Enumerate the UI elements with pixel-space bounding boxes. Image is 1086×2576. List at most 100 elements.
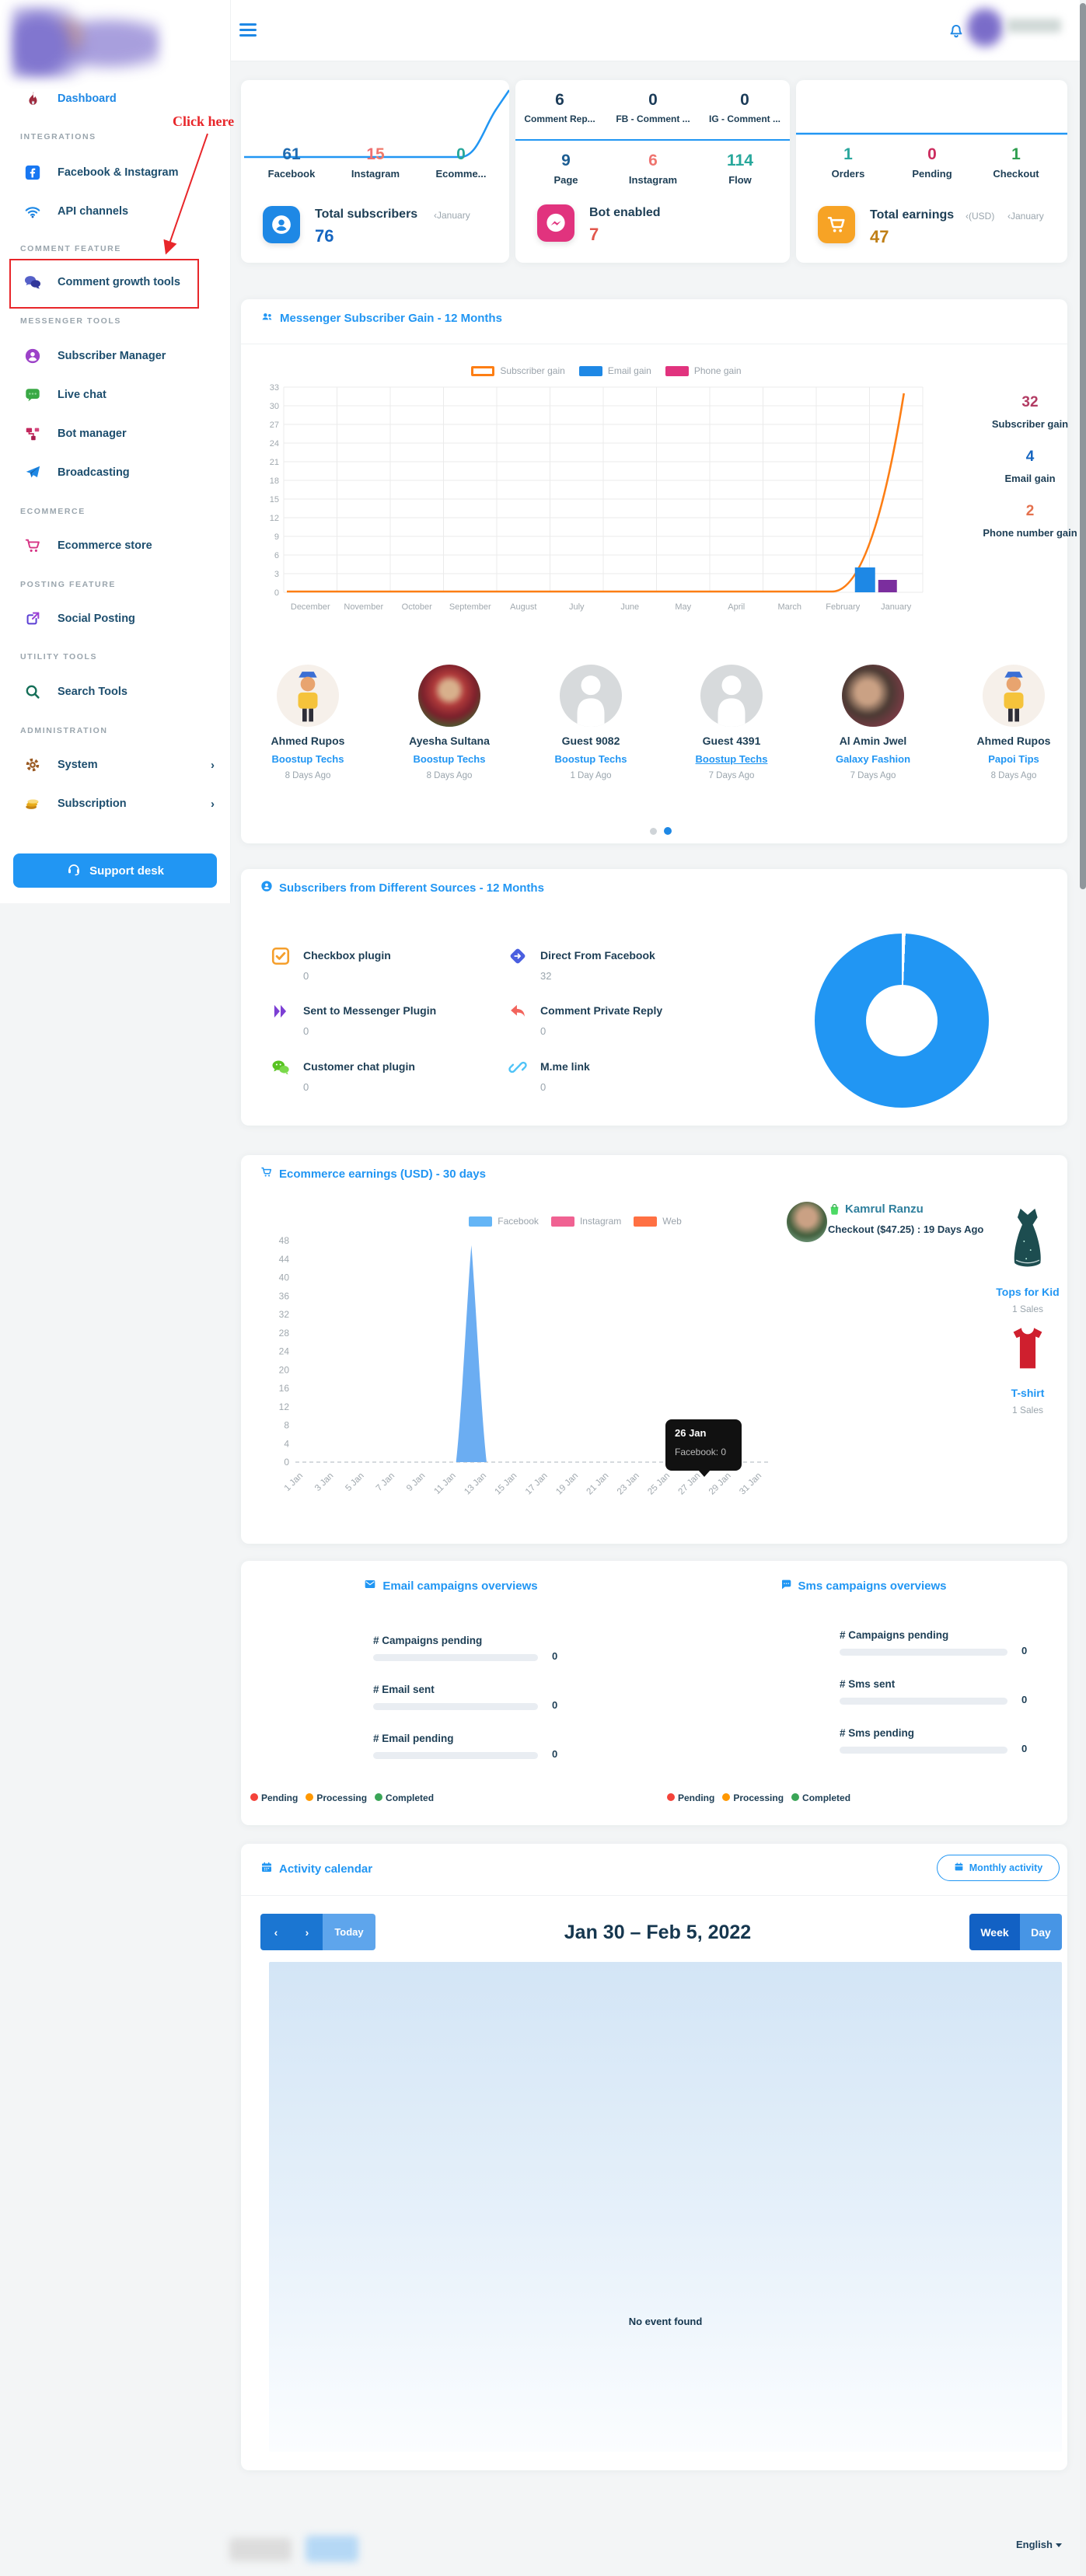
svg-text:16: 16 bbox=[279, 1383, 290, 1394]
ecommerce-earnings-card: Ecommerce earnings (USD) - 30 days Faceb… bbox=[241, 1155, 1067, 1544]
facebook-icon bbox=[23, 163, 42, 182]
email-campaign-legend: Pending Processing Completed bbox=[250, 1792, 434, 1803]
customer-name[interactable]: Kamrul Ranzu bbox=[845, 1202, 924, 1216]
sidebar-item-broadcasting[interactable]: Broadcasting bbox=[0, 457, 230, 488]
svg-text:31 Jan: 31 Jan bbox=[738, 1471, 763, 1497]
earnings-card: 1Orders 0Pending 1Checkout Total earning… bbox=[796, 80, 1067, 263]
calendar-next-button[interactable]: › bbox=[292, 1914, 323, 1950]
support-desk-button[interactable]: Support desk bbox=[13, 853, 217, 888]
calendar-week-button[interactable]: Week bbox=[969, 1914, 1020, 1950]
subscriber-gain-chart[interactable]: 03691215182124273033DecemberNovemberOcto… bbox=[253, 381, 937, 616]
card-value: 7 bbox=[589, 225, 599, 245]
footer-blurred-button-primary[interactable] bbox=[306, 2536, 358, 2562]
hamburger-menu-button[interactable] bbox=[239, 23, 257, 40]
language-selector[interactable]: English bbox=[1016, 2539, 1062, 2550]
sources-donut-chart[interactable] bbox=[815, 934, 989, 1108]
currency-tag: ‹(USD) bbox=[966, 211, 994, 222]
calendar-grid[interactable]: No event found bbox=[269, 1962, 1062, 2452]
sidebar-item-subscriber-manager[interactable]: Subscriber Manager bbox=[0, 340, 230, 372]
product-name-link[interactable]: T-shirt bbox=[966, 1387, 1086, 1399]
period-tag: ‹January bbox=[1007, 211, 1044, 222]
activity-calendar-card: Activity calendar Monthly activity ‹ › T… bbox=[241, 1844, 1067, 2470]
sidebar-section-comment-feature: COMMENT FEATURE bbox=[20, 244, 121, 253]
card-title: Total subscribers bbox=[315, 208, 417, 222]
headset-icon bbox=[66, 861, 82, 880]
svg-text:28: 28 bbox=[279, 1328, 290, 1339]
svg-text:0: 0 bbox=[284, 1457, 289, 1468]
legend-swatch-web bbox=[634, 1216, 657, 1227]
support-desk-label: Support desk bbox=[89, 864, 164, 878]
sidebar-item-label: System bbox=[58, 759, 98, 771]
paper-plane-icon bbox=[23, 463, 42, 482]
summary-label: Subscriber gain bbox=[964, 418, 1086, 430]
svg-text:27: 27 bbox=[270, 421, 279, 430]
subscriber-page-link[interactable]: Boostup Techs bbox=[529, 753, 653, 765]
progress-bar bbox=[840, 1649, 1007, 1656]
sidebar-item-social-posting[interactable]: Social Posting bbox=[0, 603, 230, 634]
calendar-today-button[interactable]: Today bbox=[323, 1914, 375, 1950]
subscriber-page-link[interactable]: Papoi Tips bbox=[952, 753, 1076, 765]
calendar-day-button[interactable]: Day bbox=[1020, 1914, 1062, 1950]
subscriber-avatar-placeholder bbox=[560, 665, 622, 727]
subscriber-avatar-photo bbox=[418, 665, 480, 727]
svg-text:September: September bbox=[449, 602, 491, 612]
sidebar-section-administration: ADMINISTRATION bbox=[20, 726, 108, 735]
footer-blurred-button[interactable] bbox=[229, 2538, 292, 2561]
stat-value: 0 bbox=[418, 145, 504, 164]
section-title: Subscribers from Different Sources - 12 … bbox=[260, 880, 544, 895]
svg-text:13 Jan: 13 Jan bbox=[463, 1471, 488, 1497]
sidebar-section-posting-feature: POSTING FEATURE bbox=[20, 580, 116, 589]
summary-value: 2 bbox=[964, 503, 1086, 520]
svg-text:40: 40 bbox=[279, 1272, 290, 1283]
card-title: Bot enabled bbox=[589, 206, 661, 220]
sidebar-item-live-chat[interactable]: Live chat bbox=[0, 379, 230, 410]
scrollbar-track[interactable] bbox=[1080, 0, 1086, 2576]
svg-text:March: March bbox=[777, 602, 801, 612]
monthly-activity-button[interactable]: Monthly activity bbox=[937, 1855, 1060, 1881]
subscriber-page-link[interactable]: Boostup Techs bbox=[246, 753, 370, 765]
carousel-dot-1[interactable] bbox=[650, 828, 657, 835]
stat-value: 15 bbox=[333, 145, 418, 164]
carousel-dot-2-active[interactable] bbox=[664, 827, 672, 835]
stat-value: 114 bbox=[697, 152, 783, 170]
topbar bbox=[230, 0, 1080, 61]
progress-bar bbox=[373, 1752, 538, 1759]
diamond-arrow-icon bbox=[508, 946, 528, 966]
svg-text:20: 20 bbox=[279, 1364, 290, 1375]
sidebar-item-bot-manager[interactable]: Bot manager bbox=[0, 418, 230, 449]
svg-text:9: 9 bbox=[274, 532, 279, 542]
product-image-tshirt[interactable] bbox=[1009, 1323, 1046, 1377]
link-icon bbox=[508, 1057, 528, 1077]
subscriber-page-link[interactable]: Galaxy Fashion bbox=[811, 753, 935, 765]
sidebar-item-ecommerce-store[interactable]: Ecommerce store bbox=[0, 530, 230, 561]
progress-bar bbox=[373, 1654, 538, 1661]
svg-text:32: 32 bbox=[279, 1309, 290, 1320]
card-value: 47 bbox=[870, 227, 889, 247]
svg-text:17 Jan: 17 Jan bbox=[524, 1471, 550, 1497]
svg-text:24: 24 bbox=[279, 1346, 290, 1357]
product-image-dress[interactable] bbox=[1006, 1206, 1049, 1279]
product-name-link[interactable]: Tops for Kid bbox=[966, 1286, 1086, 1298]
sidebar-item-search-tools[interactable]: Search Tools bbox=[0, 676, 230, 707]
recent-subscriber: Al Amin Jwel Galaxy Fashion 7 Days Ago bbox=[811, 665, 935, 780]
svg-text:August: August bbox=[510, 602, 536, 612]
section-title: Ecommerce earnings (USD) - 30 days bbox=[260, 1166, 486, 1182]
section-title: Messenger Subscriber Gain - 12 Months bbox=[260, 310, 502, 326]
calendar-prev-button[interactable]: ‹ bbox=[260, 1914, 292, 1950]
legend-swatch-instagram bbox=[551, 1216, 574, 1227]
notifications-bell-icon[interactable] bbox=[946, 20, 966, 44]
scrollbar-thumb[interactable] bbox=[1080, 3, 1086, 889]
subscriber-page-link[interactable]: Boostup Techs bbox=[669, 753, 794, 765]
processing-dot-icon bbox=[722, 1793, 730, 1801]
sidebar-item-system[interactable]: System › bbox=[0, 749, 230, 780]
user-avatar[interactable] bbox=[966, 6, 1004, 49]
chevron-right-icon: › bbox=[211, 759, 215, 772]
sidebar-item-subscription[interactable]: Subscription › bbox=[0, 788, 230, 819]
bot-card: 6Comment Rep... 0FB - Comment ... 0IG - … bbox=[515, 80, 790, 263]
svg-text:25 Jan: 25 Jan bbox=[646, 1471, 672, 1497]
dropdown-caret-icon bbox=[1056, 2543, 1062, 2547]
svg-text:3: 3 bbox=[274, 570, 279, 579]
recent-subscriber: Ahmed Rupos Papoi Tips 8 Days Ago bbox=[952, 665, 1076, 780]
subscriber-page-link[interactable]: Boostup Techs bbox=[387, 753, 512, 765]
stat-label: Flow bbox=[697, 174, 783, 186]
